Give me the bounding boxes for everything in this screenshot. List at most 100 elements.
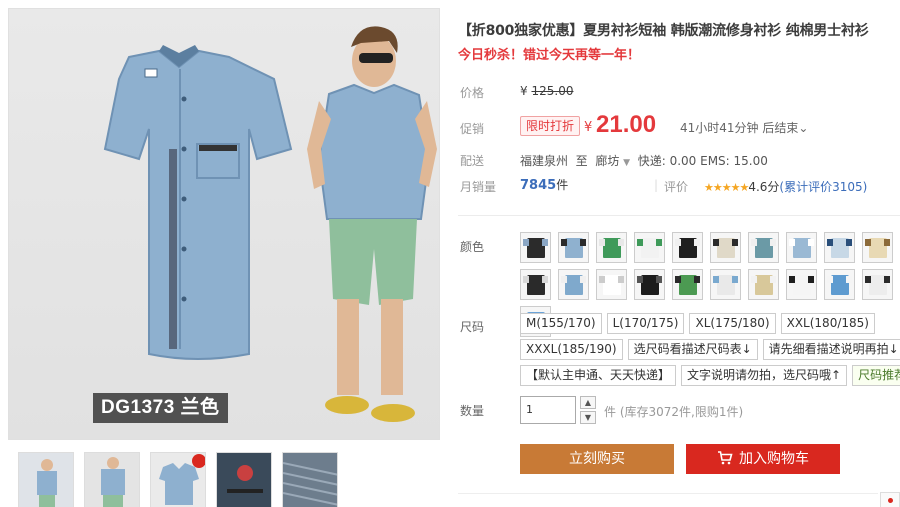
- size-row: XXXL(185/190) 选尺码看描述尺码表↓ 请先细看描述说明再拍↓: [520, 339, 900, 360]
- thumbnail-3[interactable]: [150, 452, 206, 507]
- caret-down-icon: ▼: [623, 158, 631, 168]
- thumbnail-5[interactable]: [282, 452, 338, 507]
- stock-info: 件 (库存3072件,限购1件): [604, 405, 744, 419]
- size-option[interactable]: XXL(180/185): [780, 313, 875, 334]
- swatch-sleeve: [751, 239, 757, 246]
- size-option[interactable]: L(170/175): [606, 313, 685, 334]
- color-swatch-20[interactable]: [862, 269, 893, 300]
- swatch-sleeve: [675, 276, 681, 283]
- size-option[interactable]: 文字说明请勿拍，选尺码哦↑: [681, 365, 848, 386]
- product-subtitle: 今日秒杀！错过今天再等一年！: [458, 48, 641, 63]
- color-swatch-17[interactable]: [748, 269, 779, 300]
- share-icon[interactable]: [880, 492, 900, 507]
- quantity-decrease-button[interactable]: ▼: [580, 411, 596, 424]
- swatch-sleeve: [789, 276, 795, 283]
- swatch-sleeve: [808, 239, 814, 246]
- promo-label: 促销: [460, 122, 485, 136]
- color-swatch-4[interactable]: [634, 232, 665, 263]
- buy-now-button[interactable]: 立刻购买: [520, 444, 674, 474]
- swatch-sleeve: [732, 276, 738, 283]
- size-option[interactable]: M(155/170): [520, 313, 602, 334]
- color-swatch-8[interactable]: [786, 232, 817, 263]
- color-swatch-15[interactable]: [672, 269, 703, 300]
- swatch-sleeve: [694, 276, 700, 283]
- color-swatch-14[interactable]: [634, 269, 665, 300]
- quantity-input[interactable]: 1: [520, 396, 576, 424]
- size-option[interactable]: XL(175/180): [689, 313, 776, 334]
- color-swatch-18[interactable]: [786, 269, 817, 300]
- swatch-sleeve: [827, 239, 833, 246]
- color-swatch-13[interactable]: [596, 269, 627, 300]
- color-swatch-19[interactable]: [824, 269, 855, 300]
- size-option[interactable]: 选尺码看描述尺码表↓: [627, 339, 758, 360]
- rating[interactable]: ★★★★★4.6分(累计评价3105): [704, 178, 867, 195]
- thumbnail-4[interactable]: [216, 452, 272, 507]
- bottom-divider: [458, 493, 878, 494]
- thumb-model-side-image: [85, 453, 139, 507]
- swatch-sleeve: [523, 239, 529, 246]
- shipping-label: 配送: [460, 154, 485, 168]
- swatch-sleeve: [694, 239, 700, 246]
- swatch-sleeve: [770, 239, 776, 246]
- separator: |: [654, 178, 659, 192]
- ship-from: 福建泉州: [520, 154, 569, 168]
- countdown-timer[interactable]: 41小时41分钟 后结束⌄: [680, 119, 808, 136]
- quantity-label: 数量: [460, 404, 485, 418]
- add-to-cart-button[interactable]: 加入购物车: [686, 444, 840, 474]
- rating-score: 4.6分: [748, 180, 780, 194]
- rating-count: (累计评价3105): [779, 180, 868, 194]
- color-swatch-11[interactable]: [520, 269, 551, 300]
- swatch-sleeve: [561, 276, 567, 283]
- size-recommend-button[interactable]: 尺码推荐: [852, 365, 900, 386]
- color-swatch-10[interactable]: [862, 232, 893, 263]
- quantity-increase-button[interactable]: ▲: [580, 396, 596, 409]
- shipping-fees: 快递: 0.00 EMS: 15.00: [637, 154, 768, 168]
- sales-unit: 件: [556, 178, 569, 192]
- promo-badge: 限时打折: [520, 116, 581, 136]
- size-option[interactable]: 请先细看描述说明再拍↓: [762, 339, 900, 360]
- swatch-sleeve: [599, 239, 605, 246]
- color-swatch-6[interactable]: [710, 232, 741, 263]
- color-swatch-12[interactable]: [558, 269, 589, 300]
- size-row: M(155/170) L(170/175) XL(175/180) XXL(180/1…: [520, 313, 900, 334]
- main-product-image[interactable]: DG1373 兰色: [8, 8, 440, 440]
- color-swatch-16[interactable]: [710, 269, 741, 300]
- swatch-sleeve: [580, 239, 586, 246]
- original-price-value: 125.00: [531, 84, 574, 98]
- swatch-sleeve: [884, 276, 890, 283]
- original-price: ¥ 125.00: [520, 84, 573, 98]
- color-swatch-5[interactable]: [672, 232, 703, 263]
- color-swatch-7[interactable]: [748, 232, 779, 263]
- swatch-sleeve: [542, 239, 548, 246]
- thumb-shirt-badge-image: [151, 453, 205, 507]
- swatch-sleeve: [865, 276, 871, 283]
- size-option[interactable]: 【默认主申通、天天快递】: [520, 365, 677, 386]
- color-swatch-9[interactable]: [824, 232, 855, 263]
- thumb-pocket-detail-image: [217, 453, 271, 507]
- swatch-sleeve: [561, 239, 567, 246]
- thumbnail-2[interactable]: [84, 452, 140, 507]
- swatch-sleeve: [789, 239, 795, 246]
- swatch-sleeve: [713, 239, 719, 246]
- ship-to-city: 廊坊: [595, 154, 620, 168]
- original-price-label: 价格: [460, 86, 485, 100]
- size-option[interactable]: XXXL(185/190): [520, 339, 623, 360]
- color-swatch-3[interactable]: [596, 232, 627, 263]
- color-label: 颜色: [460, 240, 485, 254]
- swatch-sleeve: [846, 239, 852, 246]
- thumb-stripe-detail-image: [283, 453, 337, 507]
- sales-label: 月销量: [460, 180, 497, 194]
- ship-to-word: 至: [575, 154, 588, 168]
- sales-count: 7845: [520, 178, 557, 193]
- color-swatch-1[interactable]: [520, 232, 551, 263]
- swatch-sleeve: [884, 239, 890, 246]
- swatch-sleeve: [865, 239, 871, 246]
- thumbnail-1[interactable]: [18, 452, 74, 507]
- monthly-sales: 7845件: [520, 176, 568, 193]
- price-box: 价格 ¥ 125.00 促销 限时打折 ¥ 21.00 41小时41分钟 后结束…: [458, 74, 900, 202]
- rating-stars-icon: ★★★★★: [704, 181, 749, 194]
- color-swatch-2[interactable]: [558, 232, 589, 263]
- swatch-sleeve: [618, 276, 624, 283]
- swatch-sleeve: [599, 276, 605, 283]
- ship-to-select[interactable]: 廊坊 ▼: [595, 154, 630, 168]
